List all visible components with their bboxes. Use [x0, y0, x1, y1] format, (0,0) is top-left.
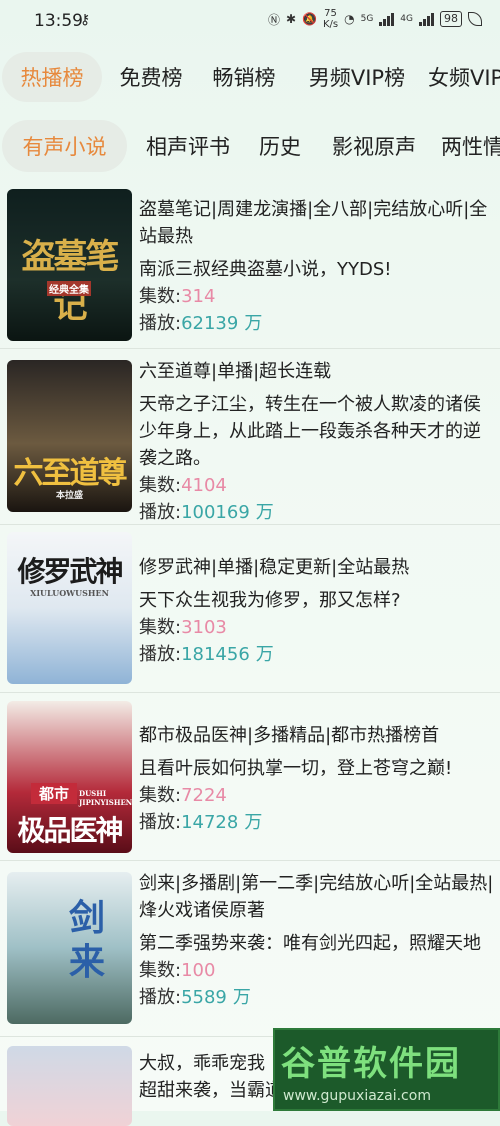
- play-count: 播放:5589 万: [139, 987, 251, 1008]
- mute-icon: 🔕: [302, 12, 317, 26]
- episode-count: 集数:7224: [139, 785, 227, 806]
- nfc-icon: Ⓝ: [267, 12, 280, 27]
- net-type-1: 5G: [360, 14, 374, 24]
- tab-female-vip[interactable]: 女频VIP: [428, 52, 500, 102]
- book-cover: 修罗武神 XIULUOWUSHEN: [7, 532, 132, 684]
- book-info: 盗墓笔记|周建龙演播|全八部|完结放心听|全站最热 南派三叔经典盗墓小说，YYD…: [139, 196, 494, 337]
- book-desc: 天下众生视我为修罗，那又怎样?: [139, 590, 401, 611]
- book-desc: 第二季强势来袭：唯有剑光四起，照耀天地: [139, 933, 481, 954]
- episode-count: 集数:314: [139, 286, 216, 307]
- tab-relationship[interactable]: 两性情: [441, 120, 500, 172]
- status-icons: Ⓝ ✱ 🔕 75 K/s ◔ 5G 4G 98: [268, 8, 482, 30]
- book-info: 六至道尊|单播|超长连载 天帝之子江尘，转生在一个被人欺凌的诸侯少年身上，从此踏…: [139, 358, 494, 526]
- episode-count: 集数:3103: [139, 617, 227, 638]
- book-title: 剑来|多播剧|第一二季|完结放心听|全站最热|烽火戏诸侯原著: [139, 873, 494, 921]
- tab-bestseller[interactable]: 畅销榜: [203, 52, 285, 102]
- book-desc: 天帝之子江尘，转生在一个被人欺凌的诸侯少年身上，从此踏上一段轰杀各种天才的逆袭之…: [139, 394, 481, 469]
- list-item[interactable]: 盗墓笔记 经典全集 盗墓笔记|周建龙演播|全八部|完结放心听|全站最热 南派三叔…: [0, 182, 500, 349]
- signal-2-icon: [419, 12, 434, 26]
- leaf-icon: [468, 12, 482, 26]
- book-title: 都市极品医神|多播精品|都市热播榜首: [139, 725, 440, 746]
- list-item[interactable]: 剑来 剑来|多播剧|第一二季|完结放心听|全站最热|烽火戏诸侯原著 第二季强势来…: [0, 862, 500, 1037]
- list-item[interactable]: 修罗武神 XIULUOWUSHEN 修罗武神|单播|稳定更新|全站最热 天下众生…: [0, 526, 500, 693]
- book-info: 修罗武神|单播|稳定更新|全站最热 天下众生视我为修罗，那又怎样? 集数:310…: [139, 554, 494, 668]
- tab-hot[interactable]: 热播榜: [2, 52, 102, 102]
- net-speed: 75 K/s: [322, 8, 339, 30]
- book-title: 修罗武神|单播|稳定更新|全站最热: [139, 557, 410, 578]
- tab-soundtrack[interactable]: 影视原声: [322, 120, 426, 172]
- tab-crosstalk[interactable]: 相声评书: [138, 120, 238, 172]
- book-cover: [7, 1046, 132, 1126]
- book-info: 剑来|多播剧|第一二季|完结放心听|全站最热|烽火戏诸侯原著 第二季强势来袭：唯…: [139, 870, 494, 1011]
- book-info: 都市极品医神|多播精品|都市热播榜首 且看叶辰如何执掌一切，登上苍穹之巅! 集数…: [139, 722, 494, 836]
- tab-audio-novel[interactable]: 有声小说: [2, 120, 127, 172]
- book-cover: 六至道尊 本拉盛: [7, 360, 132, 512]
- battery-icon: 98: [440, 11, 462, 27]
- list-item[interactable]: 都市 DUSHI JIPINYISHEN 极品医神 都市极品医神|多播精品|都市…: [0, 694, 500, 861]
- play-count: 播放:62139 万: [139, 313, 263, 334]
- play-count: 播放:100169 万: [139, 502, 274, 523]
- status-time: 13:59: [34, 11, 83, 31]
- play-count: 播放:14728 万: [139, 812, 263, 833]
- status-bar: 13:59 ⚷ Ⓝ ✱ 🔕 75 K/s ◔ 5G 4G 98: [0, 0, 500, 44]
- book-title: 六至道尊|单播|超长连载: [139, 361, 332, 382]
- signal-1-icon: [379, 12, 395, 26]
- book-title: 盗墓笔记|周建龙演播|全八部|完结放心听|全站最热: [139, 199, 488, 247]
- play-count: 播放:181456 万: [139, 644, 274, 665]
- book-desc: 且看叶辰如何执掌一切，登上苍穹之巅!: [139, 758, 453, 779]
- key-icon: ⚷: [80, 12, 91, 28]
- net-type-2: 4G: [400, 14, 413, 24]
- category-tabs: 有声小说 相声评书 历史 影视原声 两性情: [0, 120, 500, 172]
- book-cover: 都市 DUSHI JIPINYISHEN 极品医神: [7, 701, 132, 853]
- site-watermark: 谷普软件园 www.gupuxiazai.com: [273, 1028, 500, 1111]
- episode-count: 集数:4104: [139, 475, 227, 496]
- list-item[interactable]: 六至道尊 本拉盛 六至道尊|单播|超长连载 天帝之子江尘，转生在一个被人欺凌的诸…: [0, 350, 500, 525]
- tab-free[interactable]: 免费榜: [110, 52, 192, 102]
- book-cover: 剑来: [7, 872, 132, 1024]
- bluetooth-icon: ✱: [285, 12, 297, 26]
- episode-count: 集数:100: [139, 960, 216, 981]
- chart-tabs: 热播榜 免费榜 畅销榜 男频VIP榜 女频VIP: [0, 52, 500, 102]
- tab-history[interactable]: 历史: [250, 120, 310, 172]
- tab-male-vip[interactable]: 男频VIP榜: [297, 52, 417, 102]
- wifi-icon: ◔: [344, 12, 355, 26]
- book-cover: 盗墓笔记 经典全集: [7, 189, 132, 341]
- book-desc: 南派三叔经典盗墓小说，YYDS!: [139, 259, 392, 280]
